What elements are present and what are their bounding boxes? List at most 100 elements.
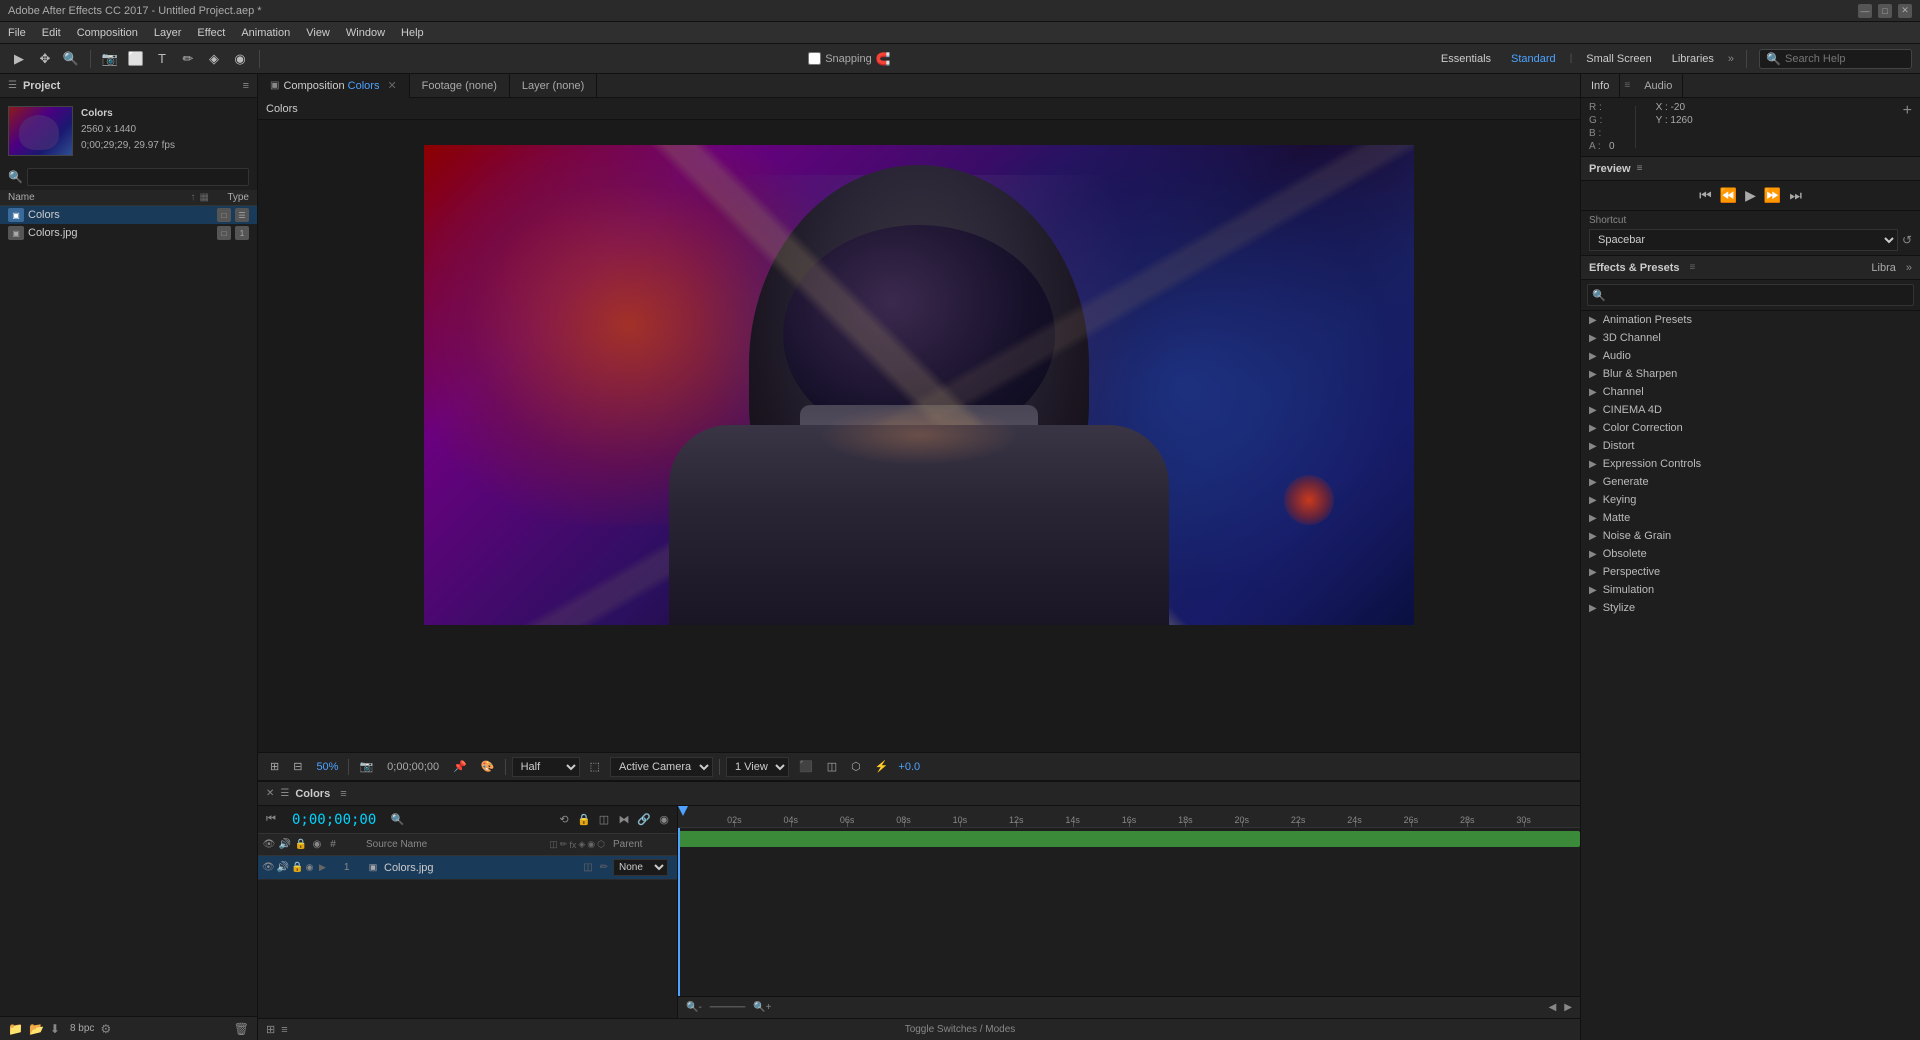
layer-solo-icon[interactable]: ◉ (306, 862, 314, 873)
project-search-bar[interactable]: 🔍 (0, 164, 257, 190)
preview-last-frame-btn[interactable]: ⏭ (1789, 187, 1802, 204)
layer-parent-select[interactable]: None (613, 859, 673, 876)
new-comp-icon[interactable]: 📁 (8, 1022, 23, 1036)
effect-item-obsolete[interactable]: ▶Obsolete (1581, 545, 1920, 563)
timeline-menu-btn[interactable]: ≡ (340, 788, 346, 800)
vc-view-select[interactable]: 1 View (726, 757, 789, 777)
timeline-close-btn[interactable]: ✕ (266, 788, 274, 799)
layer-audio-icon[interactable]: 🔊 (277, 862, 289, 873)
tl-ctrl-1[interactable]: ⟲ (555, 811, 573, 829)
layer-name-1[interactable]: Colors.jpg (384, 862, 579, 874)
new-folder-icon[interactable]: 📂 (29, 1022, 44, 1036)
playhead[interactable] (678, 828, 680, 996)
effect-item-generate[interactable]: ▶Generate (1581, 473, 1920, 491)
tl-ctrl-3[interactable]: ◫ (595, 811, 613, 829)
effect-item-stylize[interactable]: ▶Stylize (1581, 599, 1920, 617)
effect-item-animation-presets[interactable]: ▶Animation Presets (1581, 311, 1920, 329)
project-search-input[interactable] (27, 168, 249, 186)
tl-ctrl-6[interactable]: ◉ (655, 811, 673, 829)
effects-search[interactable]: 🔍 (1581, 280, 1920, 311)
menu-composition[interactable]: Composition (77, 27, 138, 39)
layer-eye-icon[interactable]: 👁 (262, 862, 275, 873)
effects-expand-btn[interactable]: » (1906, 262, 1912, 274)
project-item-colors[interactable]: ▣ Colors □ ☰ (0, 206, 257, 224)
workspace-more-icon[interactable]: » (1728, 53, 1734, 65)
workspace-standard[interactable]: Standard (1505, 51, 1562, 67)
tool-clone[interactable]: ◈ (203, 48, 225, 70)
tool-zoom[interactable]: 🔍 (60, 48, 82, 70)
switch-icon-1[interactable]: ⊞ (266, 1023, 275, 1036)
effects-search-input[interactable] (1610, 285, 1909, 305)
vc-snap-icon[interactable]: 📌 (449, 758, 471, 775)
tool-text[interactable]: T (151, 48, 173, 70)
preview-menu-btn[interactable]: ≡ (1637, 163, 1643, 174)
close-button[interactable]: ✕ (1898, 4, 1912, 18)
shortcut-select[interactable]: Spacebar (1589, 229, 1898, 251)
snapping-checkbox[interactable] (808, 52, 821, 65)
delete-icon[interactable]: 🗑 (234, 1022, 249, 1036)
menu-file[interactable]: File (8, 27, 26, 39)
tab-footage[interactable]: Footage (none) (410, 74, 510, 98)
effect-item-color-correction[interactable]: ▶Color Correction (1581, 419, 1920, 437)
track-bar-colors[interactable] (678, 831, 1580, 847)
info-tab-menu[interactable]: ≡ (1620, 80, 1634, 91)
effect-item-noise-&-grain[interactable]: ▶Noise & Grain (1581, 527, 1920, 545)
effect-item-audio[interactable]: ▶Audio (1581, 347, 1920, 365)
tl-navigate-right[interactable]: ▶ (1564, 1002, 1572, 1013)
vc-camera-icon[interactable]: 📷 (355, 758, 377, 775)
menu-layer[interactable]: Layer (154, 27, 182, 39)
parent-dropdown[interactable]: None (613, 859, 668, 876)
effect-item-perspective[interactable]: ▶Perspective (1581, 563, 1920, 581)
effect-item-blur-&-sharpen[interactable]: ▶Blur & Sharpen (1581, 365, 1920, 383)
tl-ctrl-2[interactable]: 🔒 (575, 811, 593, 829)
vc-guide-icon[interactable]: ◫ (823, 758, 841, 775)
interpret-icon[interactable]: ⚙ (100, 1022, 111, 1036)
tl-zoom-out[interactable]: 🔍- (686, 1002, 702, 1013)
vc-camera-select[interactable]: Active Camera (610, 757, 713, 777)
tool-rect[interactable]: ⬜ (125, 48, 147, 70)
tab-composition[interactable]: ▣ Composition Colors ✕ (258, 74, 410, 98)
info-tab-info[interactable]: Info (1581, 74, 1620, 98)
project-panel-menu[interactable]: ≡ (243, 80, 249, 92)
vc-3d-icon[interactable]: ⬛ (795, 758, 817, 775)
comp-tab-close[interactable]: ✕ (387, 79, 396, 92)
tl-prev-frame-btn[interactable]: ⏮ (262, 811, 280, 829)
vc-zoom-display[interactable]: 50% (312, 759, 342, 775)
menu-help[interactable]: Help (401, 27, 424, 39)
tab-layer[interactable]: Layer (none) (510, 74, 597, 98)
tl-zoom-slider[interactable]: ───── (710, 1002, 745, 1013)
vc-timecode-display[interactable]: 0;00;00;00 (383, 759, 443, 775)
effects-libra-tab[interactable]: Libra (1867, 262, 1899, 274)
vc-reset-btn[interactable]: ⊞ (266, 758, 283, 775)
preview-next-frame-btn[interactable]: ⏩ (1764, 187, 1781, 204)
vc-region-icon[interactable]: ⬚ (586, 758, 604, 775)
preview-play-btn[interactable]: ▶ (1745, 187, 1756, 204)
maximize-button[interactable]: □ (1878, 4, 1892, 18)
timeline-tracks[interactable] (678, 828, 1580, 996)
preview-prev-frame-btn[interactable]: ⏪ (1720, 187, 1737, 204)
layer-collapse-icon[interactable]: ▶ (315, 862, 329, 873)
preview-first-frame-btn[interactable]: ⏮ (1699, 187, 1712, 204)
workspace-libraries[interactable]: Libraries (1666, 51, 1720, 67)
layer-lock-icon[interactable]: 🔒 (291, 862, 303, 873)
menu-window[interactable]: Window (346, 27, 385, 39)
minimize-button[interactable]: — (1858, 4, 1872, 18)
layer-edit-icon[interactable]: ✏ (597, 861, 611, 875)
window-controls[interactable]: — □ ✕ (1858, 4, 1912, 18)
vc-grid-btn[interactable]: ⊟ (289, 758, 306, 775)
vc-mask-icon[interactable]: ⬡ (847, 758, 865, 775)
vc-draft-icon[interactable]: ⚡ (871, 758, 893, 775)
tool-select[interactable]: ▶ (8, 48, 30, 70)
workspace-essentials[interactable]: Essentials (1435, 51, 1497, 67)
effect-item-3d-channel[interactable]: ▶3D Channel (1581, 329, 1920, 347)
effects-menu-btn[interactable]: ≡ (1690, 262, 1696, 273)
tool-hand[interactable]: ✥ (34, 48, 56, 70)
effect-item-matte[interactable]: ▶Matte (1581, 509, 1920, 527)
menu-effect[interactable]: Effect (197, 27, 225, 39)
layer-solo-icon-2[interactable]: ◫ (581, 861, 595, 875)
search-help-input[interactable] (1785, 53, 1905, 65)
tl-navigate-left[interactable]: ◀ (1549, 1002, 1557, 1013)
effect-item-expression-controls[interactable]: ▶Expression Controls (1581, 455, 1920, 473)
vc-quality-select[interactable]: Half Full Third Quarter (512, 757, 580, 777)
import-icon[interactable]: ⬇ (50, 1022, 60, 1036)
